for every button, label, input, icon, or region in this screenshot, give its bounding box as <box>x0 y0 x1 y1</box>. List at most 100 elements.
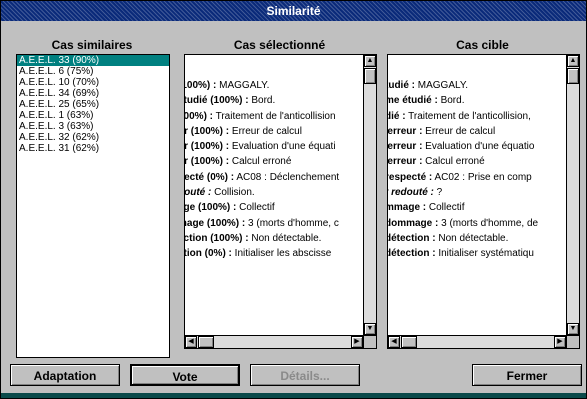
similar-case-item[interactable]: A.E.E.L. 25 (65%) <box>17 99 169 110</box>
field-line: ur (100%) : Calcul erroné <box>185 154 339 169</box>
details-button: Détails... <box>250 364 360 386</box>
scroll-left-icon[interactable]: ◀ <box>185 336 197 348</box>
similar-case-item[interactable]: A.E.E.L. 31 (62%) <box>17 143 169 154</box>
scroll-down-icon[interactable]: ▼ <box>364 323 376 335</box>
similar-case-item[interactable]: A.E.E.L. 34 (69%) <box>17 88 169 99</box>
field-value: Non détectable. <box>248 232 322 244</box>
field-value: Collectif <box>236 202 275 214</box>
field-label: t redouté : <box>388 187 434 199</box>
similar-case-item[interactable]: A.E.E.L. 6 (75%) <box>17 66 169 77</box>
field-value: Evaluation d'une équati <box>229 141 336 153</box>
field-line: dommage : 3 (morts d'homme, de <box>388 216 538 231</box>
field-label: dommage : <box>388 217 439 229</box>
field-line: dié : Traitement de l'anticollision, <box>388 109 538 124</box>
field-value: Calcul erroné <box>422 156 485 168</box>
field-label: étudié (100%) : <box>185 95 249 107</box>
field-line: mage (100%) : 3 (morts d'homme, c <box>185 216 339 231</box>
field-value: MAGGALY. <box>415 80 468 91</box>
field-line: 'erreur : Evaluation d'une équatio <box>388 139 538 154</box>
scroll-up-icon[interactable]: ▲ <box>364 55 376 67</box>
scroll-thumb[interactable] <box>364 68 376 84</box>
scroll-left-icon[interactable]: ◀ <box>388 336 400 348</box>
field-value: Collision. <box>211 187 255 199</box>
field-label: tudié : <box>388 80 415 91</box>
field-label: ur (100%) : <box>185 156 230 168</box>
scroll-thumb[interactable] <box>401 336 417 348</box>
field-label: douté : <box>185 187 212 199</box>
similar-cases-header: Cas similaires <box>51 38 133 52</box>
field-line: respecté : AC02 : Prise en comp <box>388 170 538 185</box>
field-value: Traitement de l'anticollision, <box>405 110 531 122</box>
similar-cases-list[interactable]: A.E.E.L. 33 (90%) A.E.E.L. 6 (75%) A.E.E.L… <box>16 54 170 358</box>
field-line: ection (100%) : Non détectable. <box>185 231 339 246</box>
selected-vertical-scrollbar[interactable]: ▲ ▼ <box>363 55 376 335</box>
field-label: 'erreur : <box>388 125 423 137</box>
target-case-header: Cas cible <box>456 38 509 52</box>
similar-case-item[interactable]: A.E.E.L. 32 (62%) <box>17 132 169 143</box>
target-case-pane: tudié : MAGGALY. me étudié : Bord. dié : T… <box>387 54 580 349</box>
field-label: détection : <box>388 248 436 260</box>
field-label: age (100%) : <box>185 202 237 214</box>
field-value: Erreur de calcul <box>229 125 302 137</box>
field-label: me étudié : <box>388 95 438 107</box>
scroll-up-icon[interactable]: ▲ <box>567 55 579 67</box>
vote-button[interactable]: Vote <box>130 364 240 386</box>
field-label: 'erreur : <box>388 141 423 153</box>
field-label: ection (100%) : <box>185 232 249 244</box>
field-value: 3 (morts d'homme, c <box>245 217 339 229</box>
adaptation-button[interactable]: Adaptation <box>10 364 120 386</box>
selected-horizontal-scrollbar[interactable]: ◀ ▶ <box>185 335 363 348</box>
scroll-corner <box>363 335 376 348</box>
target-horizontal-scrollbar[interactable]: ◀ ▶ <box>388 335 566 348</box>
similar-case-item[interactable]: A.E.E.L. 1 (63%) <box>17 110 169 121</box>
field-value: Evaluation d'une équatio <box>422 141 535 153</box>
similar-case-item[interactable]: A.E.E.L. 10 (70%) <box>17 77 169 88</box>
scroll-right-icon[interactable]: ▶ <box>351 336 363 348</box>
field-label: dié : <box>388 110 406 122</box>
field-value: Erreur de calcul <box>422 125 496 137</box>
field-value: AC02 : Prise en comp <box>432 171 532 183</box>
field-line: 100%) : Traitement de l'anticollision <box>185 109 339 124</box>
selected-case-text: (100%) : MAGGALY.étudié (100%) : Bord.10… <box>185 55 363 335</box>
field-label: mmage : <box>388 202 427 214</box>
field-line: ction (0%) : Initialiser les abscisse <box>185 246 339 261</box>
field-label: ur (100%) : <box>185 125 230 137</box>
field-line: ur (100%) : Erreur de calcul <box>185 124 339 139</box>
field-line: étudié (100%) : Bord. <box>185 93 339 108</box>
similar-case-item[interactable]: A.E.E.L. 33 (90%) <box>17 55 169 66</box>
field-value: MAGGALY. <box>216 80 270 91</box>
field-value: Initialiser systématiqu <box>435 248 534 260</box>
target-vertical-scrollbar[interactable]: ▲ ▼ <box>566 55 579 335</box>
target-case-lines: tudié : MAGGALY. me étudié : Bord. dié : T… <box>388 78 538 262</box>
selected-case-header: Cas sélectionné <box>233 38 326 52</box>
field-line: détection : Initialiser systématiqu <box>388 246 538 261</box>
close-button[interactable]: Fermer <box>472 364 582 386</box>
similar-case-item[interactable]: A.E.E.L. 3 (63%) <box>17 121 169 132</box>
field-label: pecté (0%) : <box>185 171 235 183</box>
field-value: Traitement de l'anticollision <box>213 110 336 122</box>
field-label: ction (0%) : <box>185 248 232 260</box>
field-line: douté : Collision. <box>185 185 339 200</box>
taskbar-strip <box>1 393 586 398</box>
field-line: mmage : Collectif <box>388 200 538 215</box>
field-label: ur (100%) : <box>185 141 230 153</box>
field-label: (100%) : <box>185 80 217 91</box>
scroll-thumb[interactable] <box>198 336 214 348</box>
field-label: détection : <box>388 232 436 244</box>
field-value: Non détectable. <box>435 232 509 244</box>
selected-case-lines: (100%) : MAGGALY.étudié (100%) : Bord.10… <box>185 78 339 262</box>
field-value: 3 (morts d'homme, de <box>438 217 539 229</box>
title-bar[interactable]: Similarité <box>1 1 586 21</box>
scroll-thumb[interactable] <box>567 68 579 84</box>
field-line: pecté (0%) : AC08 : Déclenchement <box>185 170 339 185</box>
scroll-right-icon[interactable]: ▶ <box>554 336 566 348</box>
target-case-text: tudié : MAGGALY. me étudié : Bord. dié : T… <box>388 55 566 335</box>
field-line: 'erreur : Calcul erroné <box>388 154 538 169</box>
field-line: 'erreur : Erreur de calcul <box>388 124 538 139</box>
scroll-down-icon[interactable]: ▼ <box>567 323 579 335</box>
field-value: Bord. <box>437 95 465 107</box>
field-line: ur (100%) : Evaluation d'une équati <box>185 139 339 154</box>
field-value: Bord. <box>248 95 276 107</box>
scroll-corner <box>566 335 579 348</box>
field-line: détection : Non détectable. <box>388 231 538 246</box>
